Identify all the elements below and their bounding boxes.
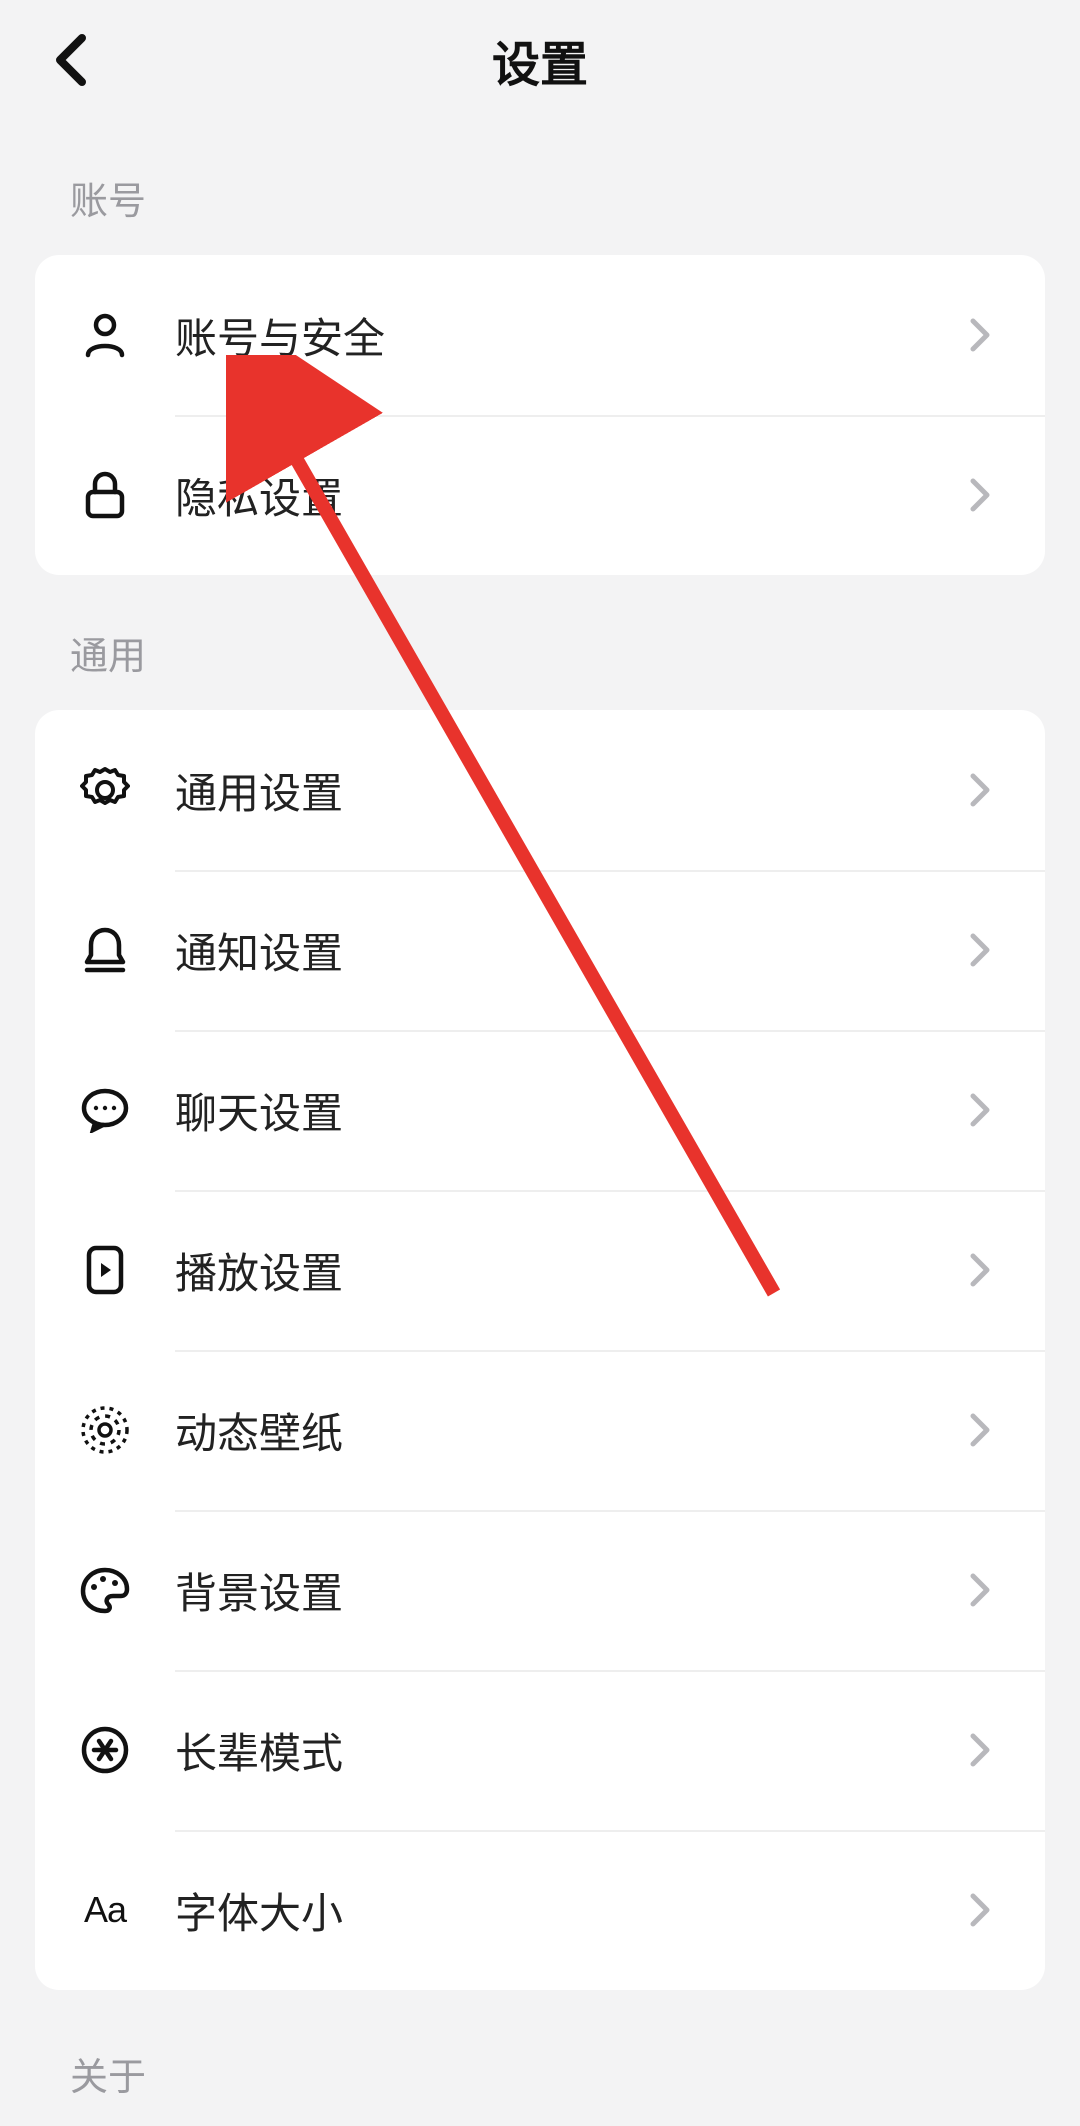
chevron-right-icon	[961, 930, 1001, 970]
person-icon	[79, 309, 131, 361]
row-live-wallpaper[interactable]: 动态壁纸	[35, 1350, 1045, 1510]
row-chat-settings[interactable]: 聊天设置	[35, 1030, 1045, 1190]
wallpaper-icon	[79, 1404, 131, 1456]
row-background-settings[interactable]: 背景设置	[35, 1510, 1045, 1670]
row-privacy[interactable]: 隐私设置	[35, 415, 1045, 575]
row-label: 账号与安全	[175, 305, 961, 366]
row-label: 字体大小	[175, 1880, 961, 1941]
row-notification-settings[interactable]: 通知设置	[35, 870, 1045, 1030]
back-icon	[52, 34, 88, 86]
row-account-security[interactable]: 账号与安全	[35, 255, 1045, 415]
row-playback-settings[interactable]: 播放设置	[35, 1190, 1045, 1350]
palette-icon	[79, 1564, 131, 1616]
row-label: 背景设置	[175, 1560, 961, 1621]
chevron-right-icon	[961, 315, 1001, 355]
page-title: 设置	[0, 25, 1080, 95]
row-label: 聊天设置	[175, 1080, 961, 1141]
chevron-right-icon	[961, 1410, 1001, 1450]
chevron-right-icon	[961, 1090, 1001, 1130]
row-label: 通知设置	[175, 920, 961, 981]
row-font-size[interactable]: Aa 字体大小	[35, 1830, 1045, 1990]
row-elder-mode[interactable]: 长辈模式	[35, 1670, 1045, 1830]
row-label: 播放设置	[175, 1240, 961, 1301]
section-general-title: 通用	[0, 575, 1080, 710]
row-general-settings[interactable]: 通用设置	[35, 710, 1045, 870]
chevron-right-icon	[961, 475, 1001, 515]
bell-icon	[79, 924, 131, 976]
header: 设置	[0, 0, 1080, 120]
section-general-card: 通用设置 通知设置 聊天设置	[35, 710, 1045, 1990]
accessibility-icon	[79, 1724, 131, 1776]
row-label: 隐私设置	[175, 465, 961, 526]
chevron-right-icon	[961, 1890, 1001, 1930]
row-label: 长辈模式	[175, 1720, 961, 1781]
row-label: 动态壁纸	[175, 1400, 961, 1461]
lock-icon	[79, 469, 131, 521]
font-icon: Aa	[79, 1884, 131, 1936]
chevron-right-icon	[961, 1730, 1001, 1770]
section-about-title: 关于	[0, 1990, 1080, 2101]
section-account-card: 账号与安全 隐私设置	[35, 255, 1045, 575]
row-label: 通用设置	[175, 760, 961, 821]
chevron-right-icon	[961, 1250, 1001, 1290]
back-button[interactable]	[40, 30, 100, 90]
gear-icon	[79, 764, 131, 816]
chat-icon	[79, 1084, 131, 1136]
section-account-title: 账号	[0, 120, 1080, 255]
chevron-right-icon	[961, 770, 1001, 810]
chevron-right-icon	[961, 1570, 1001, 1610]
playback-icon	[79, 1244, 131, 1296]
